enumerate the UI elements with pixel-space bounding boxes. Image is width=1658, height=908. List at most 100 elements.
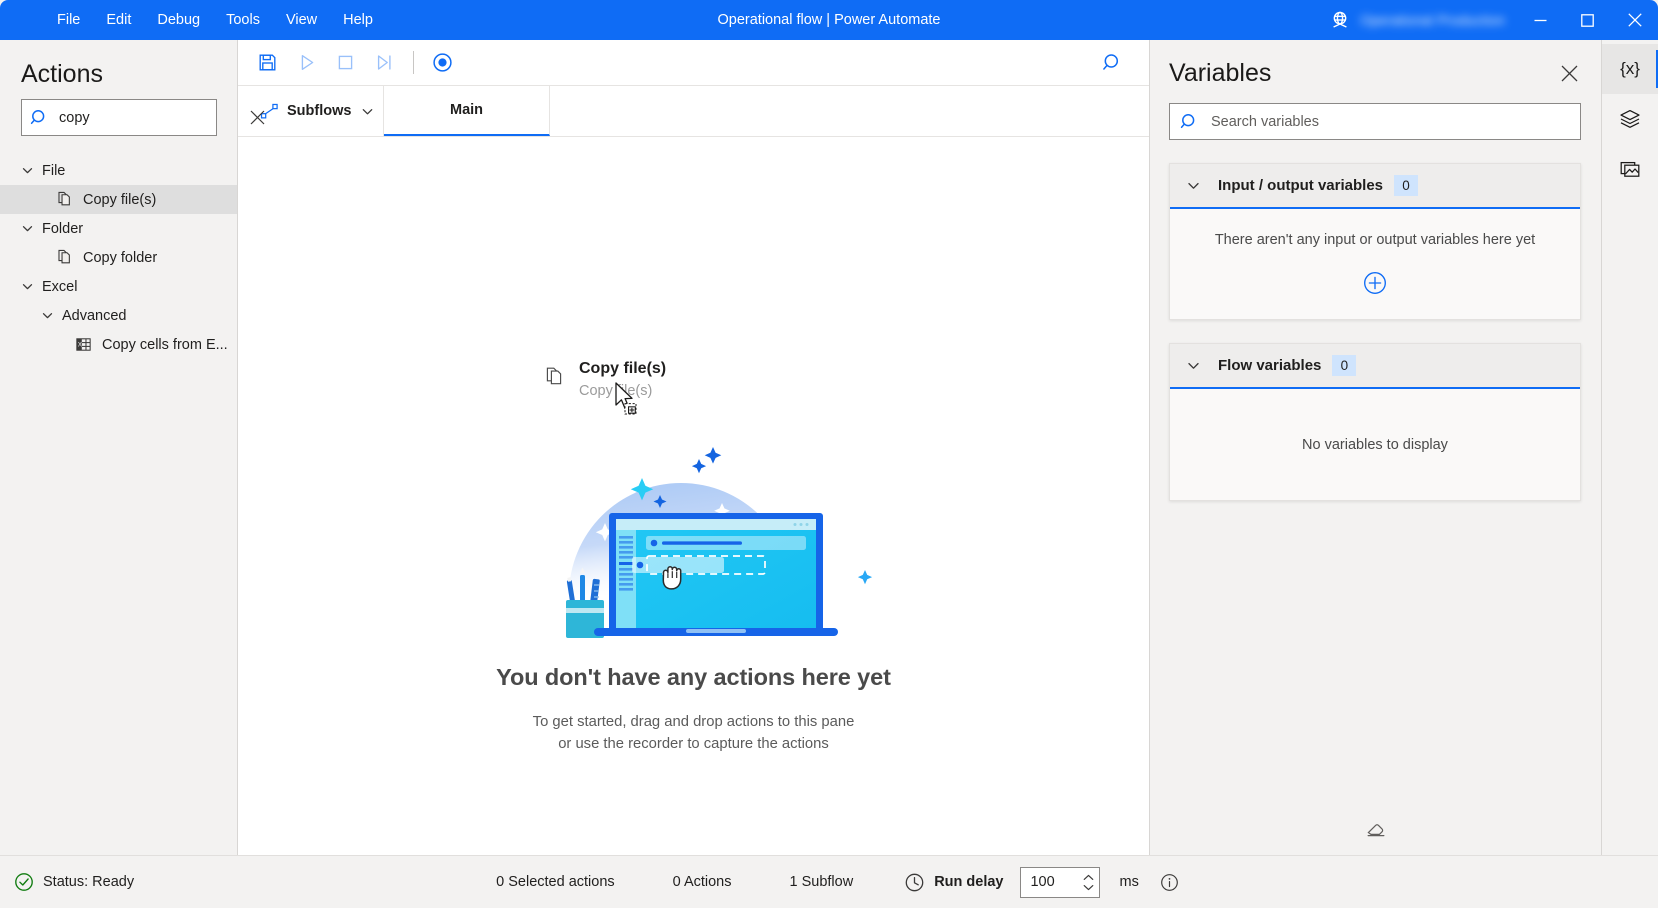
menu-item-view[interactable]: View [273,5,330,35]
variables-search-wrap [1150,88,1601,140]
clock-icon [904,872,925,893]
toolbar-separator [413,51,414,74]
minimize-icon [1534,14,1547,27]
menu-item-tools[interactable]: Tools [213,5,273,35]
minimize-button[interactable] [1517,0,1564,40]
variables-search-box[interactable] [1169,103,1581,140]
run-button[interactable] [289,47,323,79]
main-body: Actions File [0,40,1658,855]
run-delay-stepper[interactable] [1020,867,1100,898]
chevron-up-icon[interactable] [1083,874,1094,881]
maximize-button[interactable] [1564,0,1611,40]
account-name: Operational Production [1360,13,1505,28]
tree-group-label: Advanced [62,308,127,324]
chevron-down-icon [21,280,34,293]
actions-count: 0 Actions [673,874,732,890]
menu-item-edit[interactable]: Edit [93,5,144,35]
clear-search-button[interactable] [246,107,268,129]
menu-item-debug[interactable]: Debug [144,5,213,35]
flow-variables-card: Flow variables 0 No variables to display [1169,343,1581,501]
empty-state-line1: To get started, drag and drop actions to… [533,714,855,730]
tree-item-copy-files[interactable]: Copy file(s) [0,185,237,214]
power-automate-window: File Edit Debug Tools View Help Operatio… [0,0,1658,908]
designer-toolbar [238,40,1149,86]
save-button[interactable] [250,47,284,79]
add-circle-icon[interactable] [1362,270,1388,296]
chevron-down-icon [1186,178,1201,193]
copy-file-icon [55,190,74,209]
recorder-button[interactable] [425,47,459,79]
tree-group-excel[interactable]: Excel [0,272,237,301]
search-icon [1180,112,1200,132]
tree-item-copy-cells-excel[interactable]: X Copy cells from E... [0,330,237,359]
subflows-count: 1 Subflow [790,874,854,890]
eraser-icon[interactable] [1365,817,1387,839]
tree-item-label: Copy cells from E... [102,337,228,353]
variables-search-input[interactable] [1200,114,1580,130]
tree-group-label: File [42,163,65,179]
status-text: Status: Ready [43,874,134,890]
rail-variables-button[interactable]: {x} [1602,44,1658,94]
flow-variables-empty-text: No variables to display [1302,437,1448,453]
close-button[interactable] [1611,0,1658,40]
canvas-empty-state: You don't have any actions here yet To g… [238,395,1149,755]
title-bar-right: Operational Production [1317,0,1658,40]
tree-group-folder[interactable]: Folder [0,214,237,243]
close-icon [1561,65,1578,82]
variables-footer [1150,817,1601,839]
status-bar: Status: Ready 0 Selected actions 0 Actio… [0,855,1658,908]
status-indicator: Status: Ready [14,872,134,892]
tree-item-copy-folder[interactable]: Copy folder [0,243,237,272]
layers-icon [1619,108,1641,130]
maximize-icon [1581,14,1594,27]
flow-canvas[interactable]: Copy file(s) Copy file(s) [238,137,1149,855]
stepper-arrows[interactable] [1077,874,1099,891]
info-icon[interactable] [1160,873,1179,892]
tree-group-file[interactable]: File [0,156,237,185]
chevron-down-icon [41,309,54,322]
status-ready-icon [14,872,34,892]
tree-group-advanced[interactable]: Advanced [0,301,237,330]
tab-main[interactable]: Main [384,86,550,136]
chevron-down-icon[interactable] [1083,884,1094,891]
rail-ui-elements-button[interactable] [1602,94,1658,144]
run-next-action-button[interactable] [367,47,401,79]
empty-state-line2: or use the recorder to capture the actio… [558,736,829,752]
empty-actions-illustration [514,395,874,638]
svg-text:X: X [78,342,82,349]
title-bar: File Edit Debug Tools View Help Operatio… [0,0,1658,40]
section-title: Input / output variables [1218,177,1383,194]
menu-item-help[interactable]: Help [330,5,386,35]
section-count-badge: 0 [1332,355,1356,376]
tree-item-label: Copy file(s) [83,192,156,208]
variables-header: Variables [1150,40,1601,88]
flow-tabs: Subflows Main [238,86,1149,137]
flow-variables-header[interactable]: Flow variables 0 [1170,344,1580,389]
variables-close-button[interactable] [1554,58,1584,88]
globe-icon [1329,9,1351,31]
chevron-down-icon [21,222,34,235]
input-output-empty-text: There aren't any input or output variabl… [1215,232,1535,248]
image-icon [1619,158,1641,180]
empty-state-heading: You don't have any actions here yet [496,664,891,691]
run-delay-unit: ms [1119,874,1138,890]
flow-variables-body: No variables to display [1170,389,1580,500]
stop-button[interactable] [328,47,362,79]
copy-file-icon [543,365,567,389]
canvas-search-button[interactable] [1096,47,1130,79]
actions-search-wrap [0,99,237,136]
run-delay-input[interactable] [1021,874,1077,890]
record-icon [431,51,454,74]
stop-icon [335,52,356,73]
excel-icon: X [74,335,93,354]
tree-group-label: Folder [42,221,83,237]
actions-search-input[interactable] [50,110,246,126]
rail-images-button[interactable] [1602,144,1658,194]
menu-item-file[interactable]: File [44,5,93,35]
tab-strip-filler [550,86,1149,136]
chevron-down-icon [1186,358,1201,373]
actions-search-box[interactable] [21,99,217,136]
input-output-variables-header[interactable]: Input / output variables 0 [1170,164,1580,209]
copy-folder-icon [55,248,74,267]
account-chip[interactable]: Operational Production [1317,0,1517,40]
